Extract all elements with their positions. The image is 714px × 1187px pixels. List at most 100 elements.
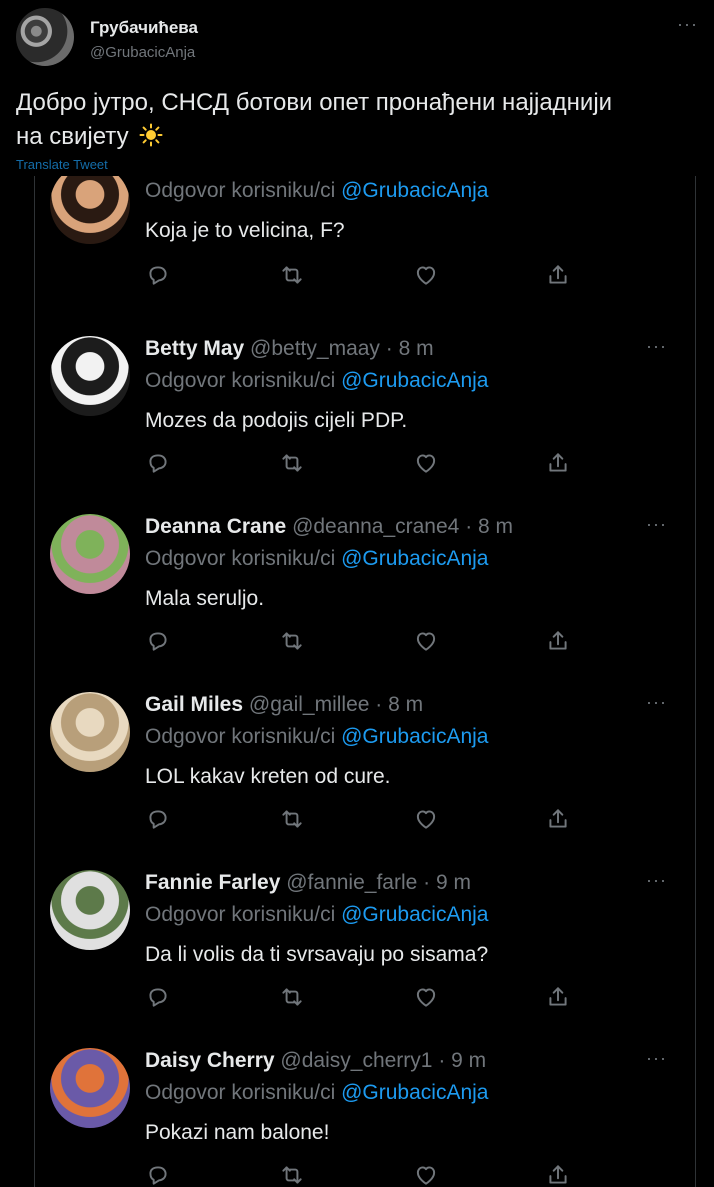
reply-text: Pokazi nam balone! [145, 1121, 330, 1144]
reply-icon[interactable] [145, 262, 171, 288]
timestamp[interactable]: 9 m [436, 871, 471, 894]
more-options-icon[interactable]: ··· [677, 14, 698, 35]
avatar[interactable] [50, 1048, 130, 1128]
mention-link[interactable]: @GrubacicAnja [341, 547, 488, 570]
reply-icon[interactable] [145, 984, 171, 1010]
share-icon[interactable] [545, 984, 571, 1010]
mention-link[interactable]: @GrubacicAnja [341, 725, 488, 748]
retweet-icon[interactable] [279, 450, 305, 476]
author-name[interactable]: Грубачићева [90, 18, 198, 38]
reply-icon[interactable] [145, 806, 171, 832]
sun-icon [139, 123, 163, 147]
like-icon[interactable] [413, 984, 439, 1010]
tweet-actions [145, 450, 575, 478]
replying-to: Odgovor korisniku/ci @GrubacicAnja [145, 902, 488, 928]
retweet-icon[interactable] [279, 806, 305, 832]
reply-text: LOL kakav kreten od cure. [145, 765, 391, 788]
more-options-icon[interactable]: ··· [646, 692, 667, 713]
replying-to: Odgovor korisniku/ci @GrubacicAnja [145, 724, 488, 750]
share-icon[interactable] [545, 450, 571, 476]
timestamp[interactable]: 8 m [399, 337, 434, 360]
reply-text: Mala seruljo. [145, 587, 265, 610]
mention-link[interactable]: @GrubacicAnja [341, 1081, 488, 1104]
avatar[interactable] [50, 692, 130, 772]
tweet-text: Добро јутро, СНСД ботови опет пронађени … [16, 86, 616, 154]
separator-dot: · [385, 337, 393, 360]
avatar[interactable] [16, 8, 74, 66]
reply-header: Gail Miles @gail_millee · 8 m [145, 692, 423, 718]
reply-text: Koja je to velicina, F? [145, 219, 345, 242]
author-name[interactable]: Betty May [145, 337, 244, 360]
reply-header: Deanna Crane @deanna_crane4 · 8 m [145, 514, 513, 540]
separator-dot: · [438, 1049, 446, 1072]
avatar[interactable] [50, 176, 130, 244]
like-icon[interactable] [413, 1162, 439, 1187]
author-name[interactable]: Gail Miles [145, 693, 243, 716]
more-options-icon[interactable]: ··· [646, 870, 667, 891]
replying-to: Odgovor korisniku/ci @GrubacicAnja [145, 368, 488, 394]
replying-prefix: Odgovor korisniku/ci [145, 369, 336, 392]
mention-link[interactable]: @GrubacicAnja [341, 179, 488, 202]
timestamp[interactable]: 8 m [388, 693, 423, 716]
tweet-actions [145, 1162, 575, 1187]
share-icon[interactable] [545, 1162, 571, 1187]
mention-link[interactable]: @GrubacicAnja [341, 903, 488, 926]
author-handle[interactable]: @deanna_crane4 [292, 515, 459, 538]
separator-dot: · [423, 871, 431, 894]
author-handle[interactable]: @betty_maay [250, 337, 380, 360]
author-name[interactable]: Daisy Cherry [145, 1049, 275, 1072]
author-name[interactable]: Fannie Farley [145, 871, 280, 894]
mention-link[interactable]: @GrubacicAnja [341, 369, 488, 392]
replying-prefix: Odgovor korisniku/ci [145, 1081, 336, 1104]
retweet-icon[interactable] [279, 1162, 305, 1187]
share-icon[interactable] [545, 806, 571, 832]
replying-to: Odgovor korisniku/ci @GrubacicAnja [145, 178, 488, 204]
replying-prefix: Odgovor korisniku/ci [145, 179, 336, 202]
author-handle[interactable]: @GrubacicAnja [90, 44, 195, 61]
reply-header: Daisy Cherry @daisy_cherry1 · 9 m [145, 1048, 486, 1074]
replying-prefix: Odgovor korisniku/ci [145, 725, 336, 748]
author-handle[interactable]: @daisy_cherry1 [280, 1049, 432, 1072]
share-icon[interactable] [545, 262, 571, 288]
author-name[interactable]: Deanna Crane [145, 515, 286, 538]
like-icon[interactable] [413, 262, 439, 288]
reply-icon[interactable] [145, 450, 171, 476]
more-options-icon[interactable]: ··· [646, 1048, 667, 1069]
translate-tweet-link[interactable]: Translate Tweet [16, 157, 108, 172]
main-tweet-header: Грубачићева @GrubacicAnja ··· [16, 8, 698, 68]
separator-dot: · [465, 515, 473, 538]
retweet-icon[interactable] [279, 628, 305, 654]
avatar[interactable] [50, 870, 130, 950]
like-icon[interactable] [413, 628, 439, 654]
author-handle[interactable]: @gail_millee [249, 693, 370, 716]
author-handle[interactable]: @fannie_farle [286, 871, 417, 894]
timestamp[interactable]: 8 m [478, 515, 513, 538]
separator-dot: · [375, 693, 383, 716]
replying-to: Odgovor korisniku/ci @GrubacicAnja [145, 546, 488, 572]
tweet-page: Грубачићева @GrubacicAnja ··· Добро јутр… [0, 0, 714, 1187]
replying-prefix: Odgovor korisniku/ci [145, 903, 336, 926]
reply-icon[interactable] [145, 628, 171, 654]
reply-header: Fannie Farley @fannie_farle · 9 m [145, 870, 471, 896]
timestamp[interactable]: 9 m [451, 1049, 486, 1072]
tweet-actions [145, 628, 575, 656]
replying-to: Odgovor korisniku/ci @GrubacicAnja [145, 1080, 488, 1106]
more-options-icon[interactable]: ··· [646, 336, 667, 357]
tweet-actions [145, 806, 575, 834]
reply-text: Mozes da podojis cijeli PDP. [145, 409, 408, 432]
replying-prefix: Odgovor korisniku/ci [145, 547, 336, 570]
tweet-actions [145, 984, 575, 1012]
retweet-icon[interactable] [279, 262, 305, 288]
retweet-icon[interactable] [279, 984, 305, 1010]
avatar[interactable] [50, 514, 130, 594]
like-icon[interactable] [413, 806, 439, 832]
tweet-actions [145, 262, 575, 290]
more-options-icon[interactable]: ··· [646, 514, 667, 535]
reply-text: Da li volis da ti svrsavaju po sisama? [145, 943, 489, 966]
reply-icon[interactable] [145, 1162, 171, 1187]
share-icon[interactable] [545, 628, 571, 654]
avatar[interactable] [50, 336, 130, 416]
replies-list: Odgovor korisniku/ci @GrubacicAnja Koja … [34, 176, 696, 1187]
like-icon[interactable] [413, 450, 439, 476]
tweet-text-content: Добро јутро, СНСД ботови опет пронађени … [16, 89, 613, 150]
